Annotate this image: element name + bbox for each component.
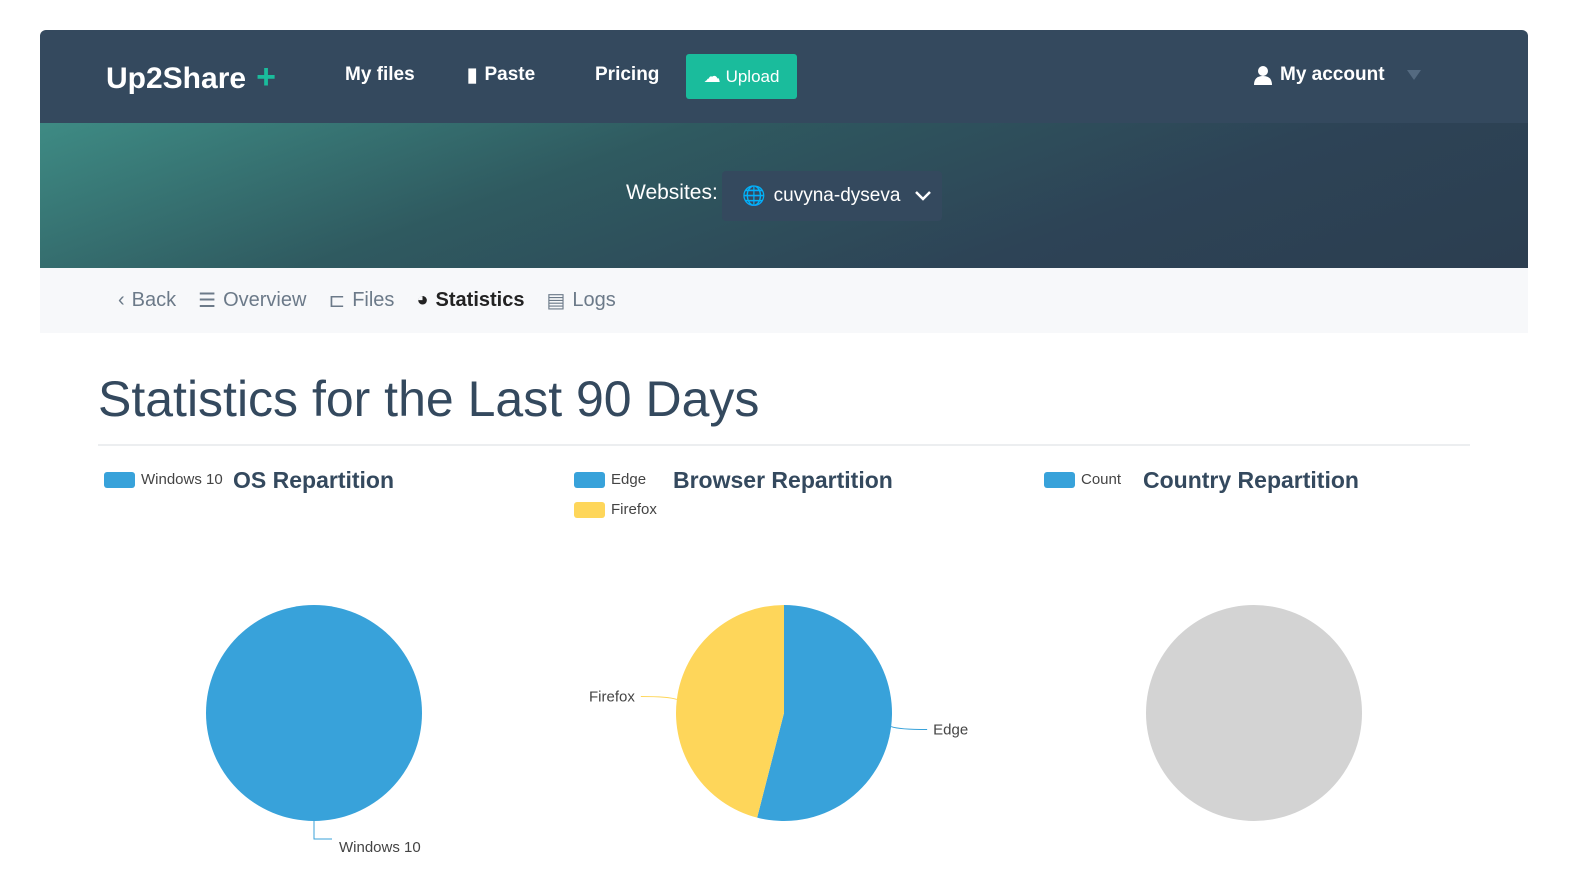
slice-label: Firefox	[589, 688, 635, 705]
label-line	[313, 821, 332, 840]
label-line	[640, 695, 678, 700]
pie-empty	[1146, 605, 1362, 821]
pie-charts: Windows 10 Edge Firefox	[206, 605, 1362, 856]
slice-label: Windows 10	[339, 839, 421, 856]
label-line	[890, 726, 928, 731]
slice-label: Edge	[933, 722, 968, 739]
pie-slice[interactable]	[206, 605, 422, 821]
